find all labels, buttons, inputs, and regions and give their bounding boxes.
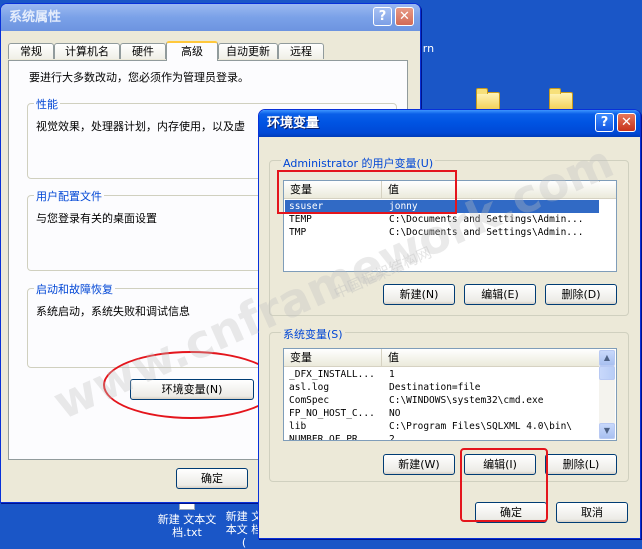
performance-desc: 视觉效果，处理器计划，内存使用，以及虚 bbox=[36, 120, 245, 133]
user-delete-button[interactable]: 删除(D) bbox=[545, 284, 617, 305]
var-value: 2 bbox=[389, 434, 395, 441]
startup-recovery-desc: 系统启动，系统失败和调试信息 bbox=[36, 305, 190, 318]
var-name: TMP bbox=[289, 227, 307, 238]
var-name: ComSpec bbox=[289, 395, 330, 406]
annotation-rect-system-buttons bbox=[460, 448, 548, 522]
help-button[interactable]: ? bbox=[595, 113, 614, 132]
annotation-ellipse bbox=[103, 351, 279, 419]
list-header: 变量 值 bbox=[284, 349, 599, 367]
var-value: 1 bbox=[389, 369, 395, 380]
envvars-cancel-button[interactable]: 取消 bbox=[556, 502, 628, 523]
var-value: Destination=file bbox=[389, 382, 481, 393]
system-variables-group-title: 系统变量(S) bbox=[281, 326, 345, 342]
column-header-name[interactable]: 变量 bbox=[284, 349, 382, 366]
column-header-value[interactable]: 值 bbox=[382, 349, 600, 366]
envvars-title: 环境变量 bbox=[267, 116, 320, 131]
user-edit-button[interactable]: 编辑(E) bbox=[464, 284, 536, 305]
close-button[interactable]: ✕ bbox=[395, 7, 414, 26]
var-name: NUMBER_OF_PR... bbox=[289, 434, 375, 441]
var-name: FP_NO_HOST_C... bbox=[289, 408, 375, 419]
list-item[interactable]: TMP C:\Documents and Settings\Admin... bbox=[285, 226, 599, 239]
list-item[interactable]: FP_NO_HOST_C... NO bbox=[285, 407, 599, 420]
user-variables-group-title: Administrator 的用户变量(U) bbox=[281, 155, 436, 171]
list-item[interactable]: TEMP C:\Documents and Settings\Admin... bbox=[285, 213, 599, 226]
system-variables-list[interactable]: 变量 值 _DFX_INSTALL... 1 asl.log Destinati… bbox=[283, 348, 617, 441]
user-profile-group-title: 用户配置文件 bbox=[34, 188, 104, 204]
system-delete-button[interactable]: 删除(L) bbox=[545, 454, 617, 475]
var-name: TEMP bbox=[289, 214, 312, 225]
scroll-down-icon[interactable]: ▼ bbox=[599, 423, 615, 439]
list-item[interactable]: _DFX_INSTALL... 1 bbox=[285, 368, 599, 381]
tab-computer-name[interactable]: 计算机名 bbox=[54, 43, 120, 59]
var-name: asl.log bbox=[289, 382, 330, 393]
var-value: NO bbox=[389, 408, 401, 419]
horizontal-scroll-stub bbox=[599, 182, 615, 198]
close-button[interactable]: ✕ bbox=[617, 113, 636, 132]
performance-group-title: 性能 bbox=[34, 96, 60, 112]
list-item[interactable]: ComSpec C:\WINDOWS\system32\cmd.exe bbox=[285, 394, 599, 407]
var-name: _DFX_INSTALL... bbox=[289, 369, 375, 380]
help-button[interactable]: ? bbox=[373, 7, 392, 26]
sysprops-title: 系统属性 bbox=[9, 10, 62, 25]
user-profile-desc: 与您登录有关的桌面设置 bbox=[36, 212, 157, 225]
vertical-scrollbar[interactable]: ▲ ▼ bbox=[599, 350, 615, 439]
scroll-up-icon[interactable]: ▲ bbox=[599, 350, 615, 366]
tab-hardware[interactable]: 硬件 bbox=[120, 43, 166, 59]
list-item[interactable]: lib C:\Program Files\SQLXML 4.0\bin\ bbox=[285, 420, 599, 433]
tab-general[interactable]: 常规 bbox=[8, 43, 54, 59]
list-item[interactable]: asl.log Destination=file bbox=[285, 381, 599, 394]
var-value: C:\Program Files\SQLXML 4.0\bin\ bbox=[389, 421, 573, 432]
system-new-button[interactable]: 新建(W) bbox=[383, 454, 455, 475]
var-value: C:\Documents and Settings\Admin... bbox=[389, 227, 584, 238]
tab-advanced[interactable]: 高级 bbox=[166, 41, 218, 61]
sysprops-ok-button[interactable]: 确定 bbox=[176, 468, 248, 489]
envvars-titlebar[interactable]: 环境变量 ? ✕ bbox=[259, 110, 640, 137]
var-name: lib bbox=[289, 421, 307, 432]
annotation-rect-user-vars bbox=[277, 170, 457, 214]
startup-recovery-group-title: 启动和故障恢复 bbox=[34, 281, 115, 297]
desktop-icon-label: 新建 文本文 档.txt bbox=[157, 513, 217, 539]
admin-note: 要进行大多数改动，您必须作为管理员登录。 bbox=[29, 71, 249, 84]
sysprops-titlebar[interactable]: 系统属性 ? ✕ bbox=[1, 4, 420, 31]
var-value: C:\Documents and Settings\Admin... bbox=[389, 214, 584, 225]
list-item[interactable]: NUMBER_OF_PR... 2 bbox=[285, 433, 599, 441]
scroll-thumb[interactable] bbox=[599, 366, 615, 380]
tab-auto-update[interactable]: 自动更新 bbox=[218, 43, 278, 59]
tab-remote[interactable]: 远程 bbox=[278, 43, 324, 59]
var-value: C:\WINDOWS\system32\cmd.exe bbox=[389, 395, 544, 406]
user-new-button[interactable]: 新建(N) bbox=[383, 284, 455, 305]
